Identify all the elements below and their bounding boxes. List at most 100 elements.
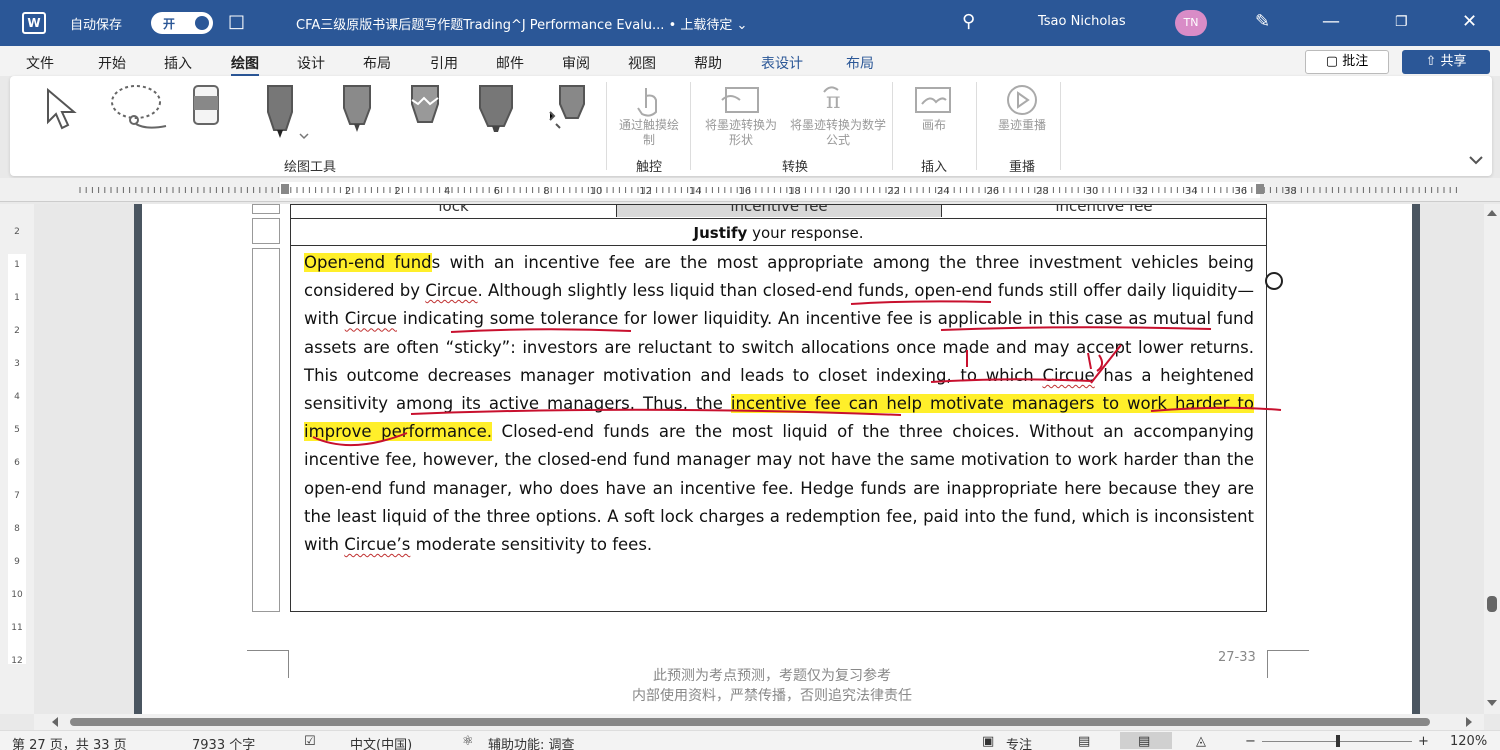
table-cell: [252, 248, 280, 612]
minimize-icon[interactable]: —: [1322, 10, 1340, 34]
close-icon[interactable]: ✕: [1462, 10, 1477, 34]
ink-to-shape-icon[interactable]: [720, 82, 764, 122]
touch-draw-icon[interactable]: [630, 82, 666, 122]
tab-view[interactable]: 视图: [628, 53, 656, 73]
zoom-in-icon[interactable]: +: [1418, 734, 1429, 749]
scroll-up-icon[interactable]: [1487, 210, 1497, 216]
scroll-down-icon[interactable]: [1487, 700, 1497, 706]
ruler-label: 34: [1185, 186, 1198, 197]
ink-to-math-label[interactable]: 将墨迹转换为数学公式: [788, 118, 888, 148]
ink-underline: [312, 432, 408, 446]
zoom-out-icon[interactable]: −: [1245, 734, 1256, 749]
page-info[interactable]: 第 27 页，共 33 页: [12, 734, 127, 750]
ink-to-shape-label[interactable]: 将墨迹转换为形状: [700, 118, 782, 148]
highlighter-icon[interactable]: [474, 82, 518, 138]
autosave-toggle[interactable]: 开: [151, 12, 213, 34]
scrollbar-thumb[interactable]: [70, 718, 1430, 726]
ruler-label: 20: [838, 186, 851, 197]
language[interactable]: 中文(中国): [350, 734, 412, 750]
focus-icon[interactable]: ▣: [982, 734, 994, 749]
ink-to-math-icon[interactable]: π: [820, 82, 864, 122]
word-count[interactable]: 7933 个字: [192, 734, 255, 750]
document-title[interactable]: CFA三级原版书课后题写作题Trading^J Performance Eval…: [296, 14, 747, 33]
tab-draw[interactable]: 绘图: [231, 53, 259, 77]
ribbon-separator: [1060, 82, 1061, 170]
accessibility-icon[interactable]: ⚛: [462, 734, 474, 749]
lasso-select-icon[interactable]: [106, 82, 172, 132]
document-area[interactable]: lock incentive fee incentive fee Justify…: [34, 204, 1484, 714]
tab-mailings[interactable]: 邮件: [496, 53, 524, 73]
search-icon[interactable]: ⚲: [962, 10, 975, 34]
vruler-label: 2: [14, 227, 20, 237]
accessibility-status[interactable]: 辅助功能: 调查: [488, 734, 575, 750]
tab-references[interactable]: 引用: [430, 53, 458, 73]
ribbon-separator: [976, 82, 977, 170]
read-mode-icon[interactable]: ▤: [1078, 734, 1090, 749]
user-name[interactable]: Tsao Nicholas: [1038, 14, 1126, 29]
group-drawing-tools: 绘图工具: [283, 160, 336, 175]
tab-table-layout[interactable]: 布局: [846, 53, 874, 73]
tab-review[interactable]: 审阅: [562, 53, 590, 73]
pen-icon[interactable]: ✎: [1255, 10, 1270, 34]
vruler-label: 5: [14, 425, 20, 435]
ribbon-separator: [690, 82, 691, 170]
ribbon-separator: [606, 82, 607, 170]
ink-replay-icon[interactable]: [1000, 82, 1044, 122]
ruler-label: 22: [887, 186, 900, 197]
horizontal-scrollbar[interactable]: [34, 714, 1484, 730]
vruler-label: 11: [11, 623, 22, 633]
focus-label[interactable]: 专注: [1006, 734, 1032, 750]
autosave-state: 开: [163, 17, 176, 31]
title-bar: W 自动保存 开 □ CFA三级原版书课后题写作题Trading^J Perfo…: [0, 0, 1500, 46]
ink-underline: [850, 300, 992, 305]
ribbon-collapse-icon[interactable]: [1468, 154, 1484, 166]
ruler-label: 8: [543, 186, 549, 197]
ink-mark: [1090, 344, 1122, 384]
resize-handle[interactable]: [1262, 269, 1286, 293]
canvas-icon[interactable]: [912, 82, 956, 122]
ink-underline: [1150, 406, 1282, 412]
restore-icon[interactable]: ❐: [1395, 10, 1408, 34]
comment-button[interactable]: ▢ 批注: [1305, 50, 1389, 74]
select-arrow-icon[interactable]: [40, 82, 88, 132]
page[interactable]: lock incentive fee incentive fee Justify…: [134, 204, 1420, 714]
touch-draw-label[interactable]: 通过触摸绘制: [614, 118, 684, 148]
tab-file[interactable]: 文件: [26, 53, 54, 73]
tab-layout[interactable]: 布局: [363, 53, 391, 73]
tab-home[interactable]: 开始: [98, 53, 126, 73]
tab-help[interactable]: 帮助: [694, 53, 722, 73]
ruler-label: 24: [937, 186, 950, 197]
svg-text:π: π: [826, 89, 840, 114]
horizontal-ruler[interactable]: 2 2 4 6 8 10 12 14 16 18 20 22 24 26 28 30 32 34 36 38: [0, 178, 1500, 202]
action-pen-icon[interactable]: [546, 82, 592, 138]
vruler-label: 1: [14, 260, 20, 270]
proofing-icon[interactable]: ☑: [304, 734, 316, 749]
pen-gray-icon[interactable]: [340, 82, 376, 138]
vruler-label: 2: [14, 326, 20, 336]
scrollbar-thumb[interactable]: [1487, 596, 1497, 612]
page-corner-mark: [1267, 650, 1309, 678]
pencil-icon[interactable]: [408, 82, 444, 138]
ink-replay-label[interactable]: 墨迹重播: [996, 118, 1048, 133]
avatar[interactable]: TN: [1175, 10, 1207, 36]
share-button[interactable]: ⇧ 共享: [1402, 50, 1490, 74]
web-layout-icon[interactable]: ◬: [1196, 734, 1206, 749]
zoom-slider-thumb[interactable]: [1336, 735, 1340, 747]
vruler-label: 8: [14, 524, 20, 534]
vertical-scrollbar[interactable]: [1484, 204, 1500, 714]
save-icon[interactable]: □: [228, 10, 245, 34]
pen-black-icon[interactable]: [260, 82, 310, 144]
vruler-label: 1: [14, 293, 20, 303]
vertical-ruler[interactable]: 2 1 1 2 3 4 5 6 7 8 9 10 11 12: [0, 204, 34, 714]
tab-insert[interactable]: 插入: [164, 53, 192, 73]
tab-table-design[interactable]: 表设计: [761, 53, 803, 73]
scroll-right-icon[interactable]: [1466, 717, 1472, 727]
ruler-label: 2: [345, 186, 351, 197]
canvas-label[interactable]: 画布: [910, 118, 958, 133]
scroll-left-icon[interactable]: [52, 717, 58, 727]
vruler-label: 12: [11, 656, 22, 666]
ink-underline: [930, 378, 1092, 383]
tab-design[interactable]: 设计: [297, 53, 325, 73]
zoom-level[interactable]: 120%: [1450, 734, 1487, 749]
eraser-icon[interactable]: [190, 82, 224, 132]
